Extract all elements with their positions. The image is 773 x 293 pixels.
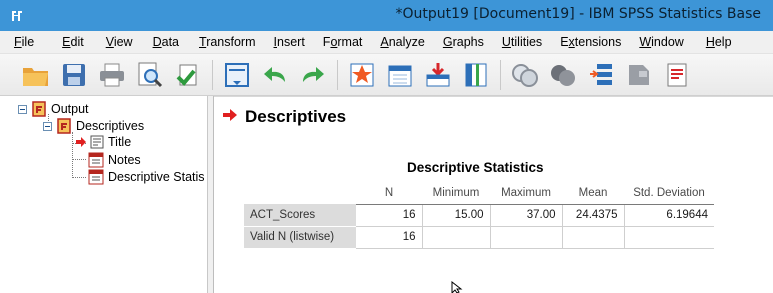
toolbar [0, 54, 773, 96]
goto-data-icon[interactable] [346, 59, 378, 91]
tree-label-descriptives: Descriptives [76, 119, 145, 133]
collapse-icon[interactable] [18, 104, 27, 114]
current-position-arrow-icon [223, 109, 237, 121]
toolbar-separator [337, 59, 338, 90]
tree-label-title: Title [108, 135, 132, 149]
row-label-act-scores: ACT_Scores [244, 204, 356, 227]
current-item-arrow-icon [76, 137, 86, 147]
table-row: Valid N (listwise) 16 [244, 226, 714, 249]
weight-cases-icon[interactable] [547, 59, 579, 91]
title-doc-icon [90, 135, 104, 149]
value-labels-icon[interactable] [623, 59, 655, 91]
cell-std-deviation: 6.19644 [623, 204, 714, 227]
row-header-corner [244, 182, 356, 204]
toolbar-separator [500, 59, 501, 90]
cell-mean: 24.4375 [561, 204, 624, 227]
redo-icon[interactable] [297, 59, 329, 91]
tree-node-output[interactable]: Output [18, 101, 89, 117]
title-bar: *Output19 [Document19] - IBM SPSS Statis… [0, 0, 773, 31]
tree-label-descriptive-statistics: Descriptive Statis [108, 170, 205, 184]
collapse-icon[interactable] [43, 121, 52, 131]
cell-minimum: 15.00 [421, 204, 490, 227]
window-title: *Output19 [Document19] - IBM SPSS Statis… [395, 6, 761, 22]
open-folder-icon[interactable] [20, 59, 52, 91]
print-preview-icon[interactable] [134, 59, 166, 91]
procedure-heading[interactable]: Descriptives [245, 107, 346, 127]
spss-app-icon[interactable] [9, 8, 25, 24]
tree-label-notes: Notes [108, 153, 141, 167]
menu-bar: File Edit View Data Transform Insert For… [0, 31, 773, 54]
procedure-book-icon [57, 118, 71, 134]
menu-format[interactable]: Format [315, 35, 371, 49]
column-header-minimum: Minimum [422, 182, 490, 205]
select-cases-icon[interactable] [585, 59, 617, 91]
cell-mean [561, 226, 624, 249]
output-book-icon [32, 101, 46, 117]
table-row: ACT_Scores 16 15.00 37.00 24.4375 6.1964… [244, 204, 714, 227]
pivot-table-title[interactable]: Descriptive Statistics [407, 160, 544, 175]
row-label-valid-n: Valid N (listwise) [244, 226, 356, 249]
goto-case-icon[interactable] [384, 59, 416, 91]
outline-pane: Output Descriptives Title Notes Descript… [0, 96, 208, 293]
insert-cases-icon[interactable] [422, 59, 454, 91]
save-icon[interactable] [58, 59, 90, 91]
menu-window[interactable]: Window [631, 35, 691, 49]
output-content-pane: Descriptives Descriptive Statistics N Mi… [214, 96, 773, 293]
notes-table-icon [88, 152, 104, 168]
cell-maximum: 37.00 [489, 204, 562, 227]
cell-std-deviation [623, 226, 714, 249]
print-icon[interactable] [96, 59, 128, 91]
recall-dialog-icon[interactable] [221, 59, 253, 91]
mouse-pointer-icon [451, 281, 463, 293]
menu-utilities[interactable]: Utilities [494, 35, 550, 49]
split-file-icon[interactable] [509, 59, 541, 91]
column-header-n: N [356, 182, 422, 205]
use-variable-sets-icon[interactable] [661, 59, 693, 91]
column-header-mean: Mean [562, 182, 624, 205]
column-header-maximum: Maximum [490, 182, 562, 205]
tree-node-descriptives[interactable]: Descriptives [43, 118, 144, 134]
descriptive-statistics-table[interactable]: N Minimum Maximum Mean Std. Deviation AC… [244, 182, 714, 249]
table-header-row: N Minimum Maximum Mean Std. Deviation [244, 182, 714, 205]
insert-variables-icon[interactable] [460, 59, 492, 91]
tree-node-notes[interactable]: Notes [88, 152, 141, 168]
tree-connector [72, 159, 86, 160]
export-icon[interactable] [172, 59, 204, 91]
statistics-table-icon [88, 169, 104, 185]
menu-help[interactable]: Help [698, 35, 740, 49]
menu-view[interactable]: View [98, 35, 141, 49]
menu-graphs[interactable]: Graphs [435, 35, 492, 49]
cell-n: 16 [356, 204, 422, 227]
menu-file[interactable]: File [6, 35, 42, 49]
menu-analyze[interactable]: Analyze [372, 35, 432, 49]
menu-insert[interactable]: Insert [266, 35, 313, 49]
tree-node-title[interactable]: Title [76, 135, 131, 149]
undo-icon[interactable] [259, 59, 291, 91]
tree-connector [72, 177, 86, 178]
toolbar-separator [212, 59, 213, 90]
tree-label-output: Output [51, 102, 89, 116]
menu-transform[interactable]: Transform [191, 35, 264, 49]
cell-maximum [489, 226, 562, 249]
menu-edit[interactable]: Edit [54, 35, 92, 49]
menu-data[interactable]: Data [145, 35, 187, 49]
column-header-std-deviation: Std. Deviation [624, 182, 714, 205]
cell-minimum [421, 226, 490, 249]
menu-extensions[interactable]: Extensions [552, 35, 629, 49]
tree-connector [72, 132, 73, 178]
cell-n: 16 [356, 226, 422, 249]
tree-node-descriptive-statistics[interactable]: Descriptive Statis [88, 169, 205, 185]
